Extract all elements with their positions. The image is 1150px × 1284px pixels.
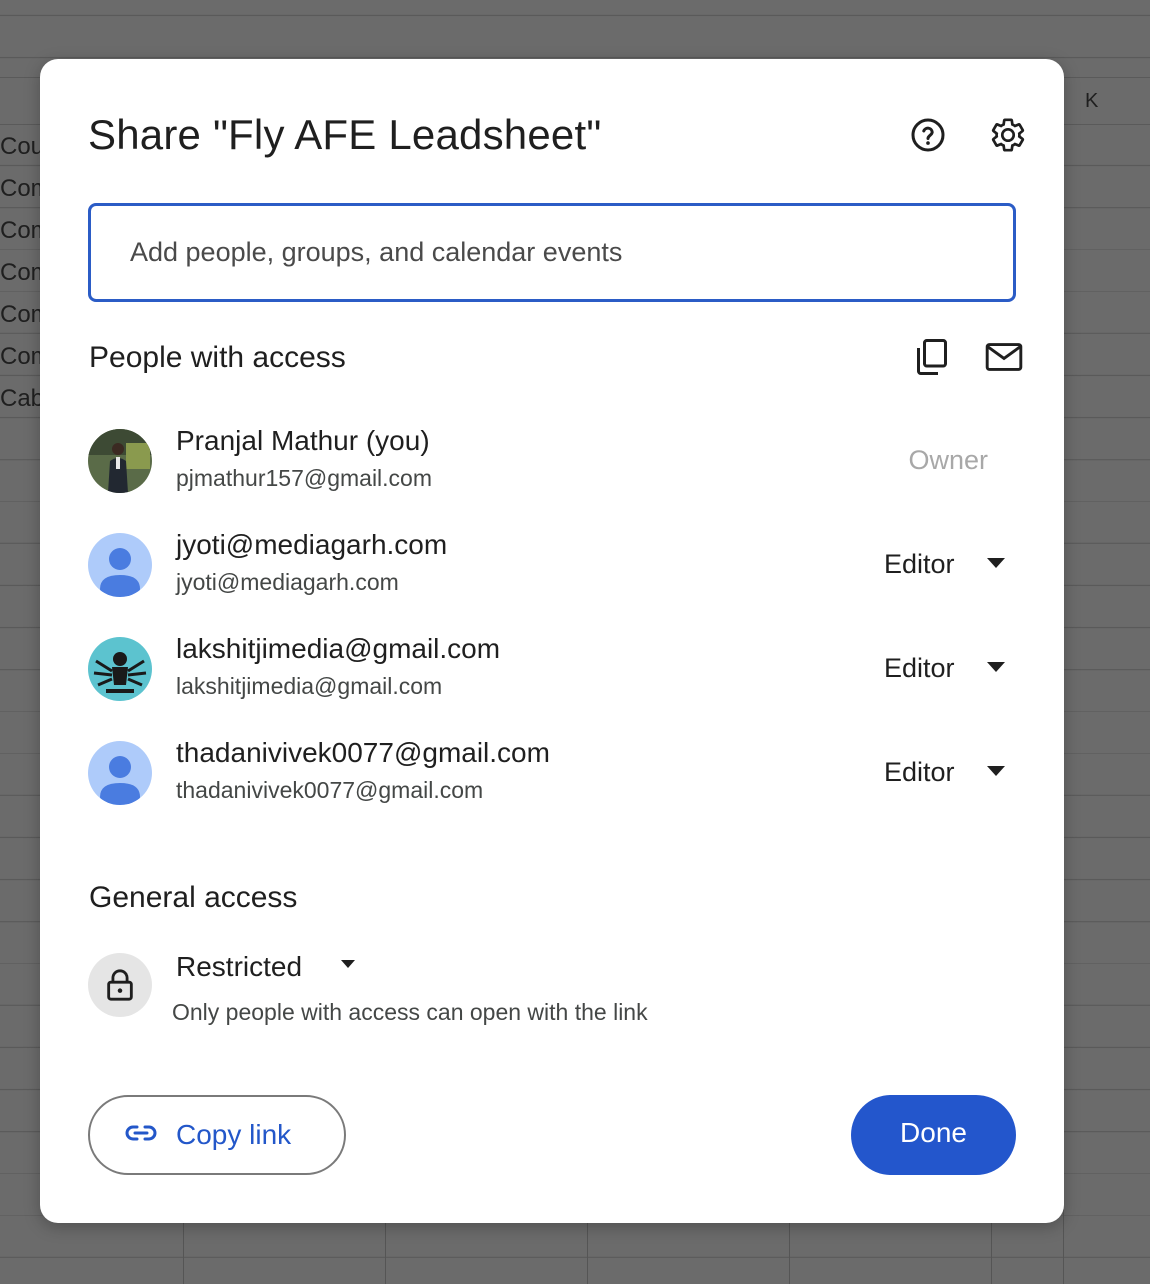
- done-button[interactable]: Done: [851, 1095, 1016, 1175]
- copy-emails-button[interactable]: [908, 333, 956, 381]
- add-people-input[interactable]: [88, 203, 1016, 302]
- people-with-access-heading: People with access: [89, 341, 346, 374]
- column-divider: [385, 1222, 386, 1284]
- cell-text[interactable]: Com: [0, 210, 40, 252]
- person-email: pjmathur157@gmail.com: [176, 465, 433, 491]
- avatar: [88, 429, 152, 493]
- help-circle-icon: [911, 118, 945, 152]
- column-divider: [587, 1222, 588, 1284]
- role-dropdown[interactable]: Editor: [858, 647, 1018, 691]
- general-access-dropdown[interactable]: Restricted: [168, 947, 368, 991]
- role-label: Editor: [884, 549, 955, 579]
- avatar: [88, 637, 152, 701]
- role-label: Editor: [884, 653, 955, 683]
- caret-down-icon: [987, 558, 1005, 568]
- default-avatar-icon: [88, 533, 152, 597]
- cell-text[interactable]: Com: [0, 168, 40, 210]
- person-row: jyoti@mediagarh.com jyoti@mediagarh.com …: [88, 529, 1018, 601]
- lock-icon: [88, 953, 152, 1017]
- cell-text[interactable]: Com: [0, 294, 40, 336]
- dialog-title: Share "Fly AFE Leadsheet": [88, 111, 602, 158]
- column-divider: [991, 1222, 992, 1284]
- person-name: lakshitjimedia@gmail.com: [176, 633, 501, 664]
- cell-text[interactable]: Cabi: [0, 378, 40, 420]
- person-row: lakshitjimedia@gmail.com lakshitjimedia@…: [88, 633, 1018, 705]
- share-dialog: Share "Fly AFE Leadsheet" People with ac…: [40, 59, 1064, 1223]
- mail-icon: [985, 343, 1023, 371]
- caret-down-icon: [341, 960, 355, 968]
- cell-text[interactable]: Cou: [0, 126, 40, 168]
- copy-link-label: Copy link: [176, 1119, 292, 1150]
- role-label-owner: Owner: [908, 445, 988, 475]
- person-row-owner: Pranjal Mathur (you) pjmathur157@gmail.c…: [88, 425, 1018, 497]
- person-email: thadanivivek0077@gmail.com: [176, 777, 484, 803]
- copy-icon: [917, 339, 947, 375]
- link-icon: [125, 1125, 157, 1141]
- cell-text[interactable]: Com: [0, 336, 40, 378]
- email-people-button[interactable]: [980, 333, 1028, 381]
- person-name: Pranjal Mathur (you): [176, 425, 430, 456]
- role-dropdown[interactable]: Editor: [858, 751, 1018, 795]
- cell-text[interactable]: Com: [0, 252, 40, 294]
- column-divider: [789, 1222, 790, 1284]
- role-label: Editor: [884, 757, 955, 787]
- person-name: thadanivivek0077@gmail.com: [176, 737, 550, 768]
- caret-down-icon: [987, 662, 1005, 672]
- general-access-setting: Restricted: [176, 951, 303, 982]
- person-email: lakshitjimedia@gmail.com: [176, 673, 443, 699]
- done-label: Done: [900, 1117, 967, 1148]
- role-dropdown[interactable]: Editor: [858, 543, 1018, 587]
- general-access-heading: General access: [89, 881, 298, 914]
- settings-button[interactable]: [984, 111, 1032, 159]
- gear-icon: [991, 118, 1025, 152]
- person-name: jyoti@mediagarh.com: [176, 529, 448, 560]
- general-access-description: Only people with access can open with th…: [172, 999, 648, 1025]
- default-avatar-icon: [88, 741, 152, 805]
- column-header-k[interactable]: K: [1085, 90, 1098, 113]
- person-row: thadanivivek0077@gmail.com thadanivivek0…: [88, 737, 1018, 809]
- caret-down-icon: [987, 766, 1005, 776]
- column-divider: [183, 1222, 184, 1284]
- general-access-row: Restricted Only people with access can o…: [88, 951, 788, 1051]
- person-email: jyoti@mediagarh.com: [176, 569, 399, 595]
- help-button[interactable]: [904, 111, 952, 159]
- copy-link-button[interactable]: Copy link: [88, 1095, 346, 1175]
